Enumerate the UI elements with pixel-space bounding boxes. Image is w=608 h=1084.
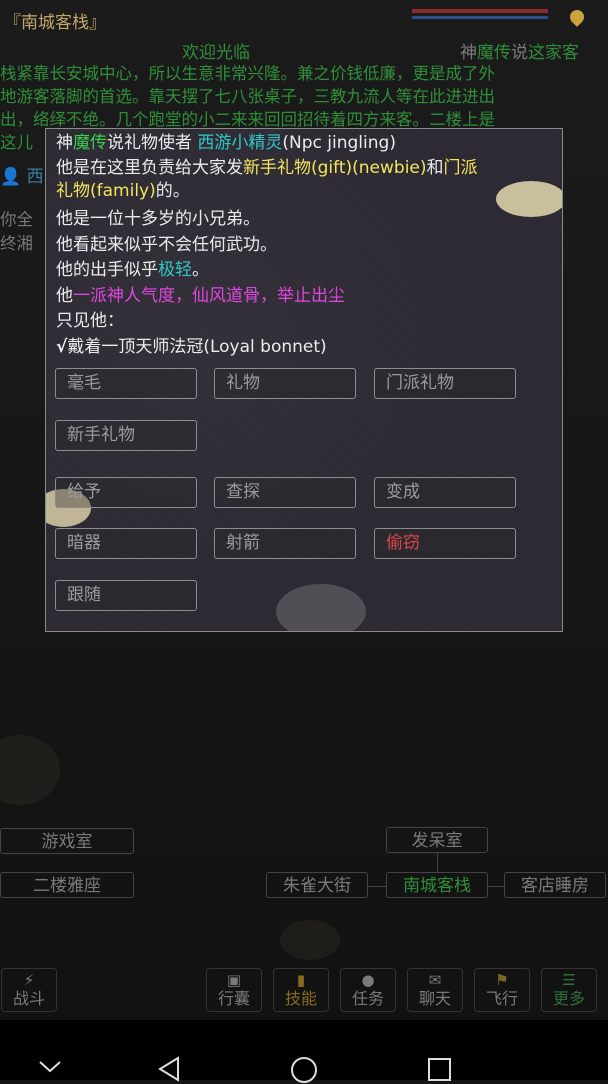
npc-strength-line: 他的出手似乎极轻。 xyxy=(56,258,209,282)
title-mid: 魔传 xyxy=(73,133,107,153)
nav-chat-label: 聊天 xyxy=(418,989,451,1008)
npc-age-line: 他是一位十多岁的小兄弟。 xyxy=(56,209,260,229)
map-link xyxy=(437,853,438,873)
npc-name-line: 神魔传说礼物使者 西游小精灵(Npc jingling) xyxy=(56,131,396,155)
message-line: 你全 xyxy=(0,210,33,229)
strength-value: 极轻 xyxy=(158,260,192,280)
recents-icon[interactable] xyxy=(427,1057,452,1082)
transform-button[interactable]: 变成 xyxy=(374,477,516,508)
npc-list-label: 西 xyxy=(26,167,44,187)
npc-duty-line: 他是在这里负责给大家发新手礼物(gift)(newbie)和门派 xyxy=(56,156,478,180)
legend-prefix: 神 xyxy=(460,43,477,63)
desc-line-3: 地游客落脚的首选。靠天摆了七八张桌子，三教九流人等在此进进出 xyxy=(0,87,495,106)
desc-line-4: 出，络绎不绝。几个跑堂的小二来来回回招待着四方来客。二楼上是 xyxy=(0,110,495,129)
nav-more-label: 更多 xyxy=(552,989,585,1008)
koi-decoration xyxy=(276,584,366,631)
map-room-inn-bedroom[interactable]: 客店睡房 xyxy=(504,872,606,898)
nav-more-button[interactable]: ☰ 更多 xyxy=(541,968,597,1012)
npc-title: 礼物使者 xyxy=(124,133,198,153)
nav-bag-label: 行囊 xyxy=(217,989,250,1008)
nav-fly-label: 飞行 xyxy=(485,989,518,1008)
map-link xyxy=(368,886,386,887)
cloud-decoration xyxy=(280,920,340,960)
family-gift-link-part1[interactable]: 门派 xyxy=(444,158,478,178)
hidden-weapon-button[interactable]: 暗器 xyxy=(55,528,197,559)
nav-fight-button[interactable]: ⚡ 战斗 xyxy=(1,968,57,1012)
check-icon: √ xyxy=(56,337,68,357)
cloud-decoration xyxy=(496,181,562,217)
newbie-gift-link[interactable]: 新手礼物(gift)(newbie) xyxy=(243,158,427,178)
nav-chat-button[interactable]: ✉ 聊天 xyxy=(407,968,463,1012)
mp-bar xyxy=(412,16,548,19)
duty-end: 的。 xyxy=(155,181,190,201)
family-gift-link-part2[interactable]: 礼物(family) xyxy=(56,181,156,201)
nav-task-button[interactable]: ● 任务 xyxy=(340,968,396,1012)
gift-button[interactable]: 礼物 xyxy=(214,368,356,399)
family-gift-button[interactable]: 门派礼物 xyxy=(374,368,516,399)
room-desc-start: 神魔传说这家客 xyxy=(460,38,579,63)
map-room-street[interactable]: 朱雀大街 xyxy=(266,872,368,898)
npc-info-dialog: 神魔传说礼物使者 西游小精灵(Npc jingling) 他是在这里负责给大家发… xyxy=(45,128,563,632)
npc-aura-line: 他一派神人气度，仙风道骨，举止出尘 xyxy=(56,284,345,308)
message-log: 你全 终湘 xyxy=(0,208,33,256)
room-title: 『南城客栈』 xyxy=(4,13,106,33)
chevron-down-icon[interactable] xyxy=(38,1060,62,1074)
nav-skill-button[interactable]: ▮ 技能 xyxy=(273,968,329,1012)
strength-end: 。 xyxy=(192,260,209,280)
newbie-gift-button[interactable]: 新手礼物 xyxy=(55,420,197,451)
list-icon: ☰ xyxy=(562,971,576,989)
message-line: 终湘 xyxy=(0,234,33,253)
alert-icon: ● xyxy=(361,971,375,989)
shoot-arrow-button[interactable]: 射箭 xyxy=(214,528,356,559)
flag-icon: ⚑ xyxy=(495,971,509,989)
nav-fly-button[interactable]: ⚑ 飞行 xyxy=(474,968,530,1012)
system-navigation-bar xyxy=(0,1020,608,1083)
aura-text: 一派神人气度，仙风道骨，举止出尘 xyxy=(73,286,345,306)
hp-bar xyxy=(412,9,548,13)
nav-skill-label: 技能 xyxy=(284,989,317,1008)
desc-line-2: 栈紧靠长安城中心，所以生意非常兴隆。兼之价钱低廉，更是成了外 xyxy=(0,64,495,83)
duty-and: 和 xyxy=(426,158,444,178)
npc-duty-line-2: 礼物(family)的。 xyxy=(56,179,190,203)
npc-list-item[interactable]: 👤 西 xyxy=(0,162,44,187)
legend-suffix: 说 xyxy=(511,43,528,63)
cloud-decoration xyxy=(0,735,60,805)
follow-button[interactable]: 跟随 xyxy=(55,580,197,611)
desc-line-5: 这儿 xyxy=(0,133,33,152)
desc-line-1: 这家客 xyxy=(528,43,579,63)
welcome-text: 欢迎光临 xyxy=(182,43,250,63)
book-icon: ▮ xyxy=(296,971,306,989)
equip-item-text[interactable]: 戴着一顶天师法冠(Loyal bonnet) xyxy=(67,337,326,357)
lightning-icon: ⚡ xyxy=(23,971,35,989)
mail-icon: ✉ xyxy=(428,971,442,989)
map-room-current[interactable]: 南城客栈 xyxy=(386,872,488,898)
nav-fight-label: 战斗 xyxy=(12,989,45,1008)
steal-button[interactable]: 偷窃 xyxy=(374,528,516,559)
legend-mid: 魔传 xyxy=(477,43,511,63)
map-room-daze-room[interactable]: 发呆室 xyxy=(386,827,488,853)
location-pin-icon[interactable] xyxy=(567,7,587,27)
back-icon[interactable] xyxy=(156,1056,182,1082)
map-room-upstairs[interactable]: 二楼雅座 xyxy=(0,872,134,898)
hair-button[interactable]: 毫毛 xyxy=(55,368,197,399)
npc-equip-heading: 只见他： xyxy=(56,311,124,331)
title-suffix: 说 xyxy=(107,133,124,153)
inspect-button[interactable]: 查探 xyxy=(214,477,356,508)
bag-icon: ▣ xyxy=(226,971,242,989)
give-button[interactable]: 给予 xyxy=(55,477,197,508)
title-prefix: 神 xyxy=(56,133,73,153)
map-link xyxy=(488,886,504,887)
nav-task-label: 任务 xyxy=(351,989,384,1008)
npc-name: 西游小精灵 xyxy=(197,133,283,153)
nav-bag-button[interactable]: ▣ 行囊 xyxy=(206,968,262,1012)
npc-skill-line: 他看起来似乎不会任何武功。 xyxy=(56,235,277,255)
npc-equip-item[interactable]: √戴着一顶天师法冠(Loyal bonnet) xyxy=(56,335,327,359)
person-icon: 👤 xyxy=(0,167,22,187)
npc-id: (Npc jingling) xyxy=(282,133,396,153)
aura-prefix: 他 xyxy=(56,286,73,306)
duty-text: 他是在这里负责给大家发 xyxy=(56,158,243,178)
strength-text: 他的出手似乎 xyxy=(56,260,158,280)
map-room-game-room[interactable]: 游戏室 xyxy=(0,828,134,854)
